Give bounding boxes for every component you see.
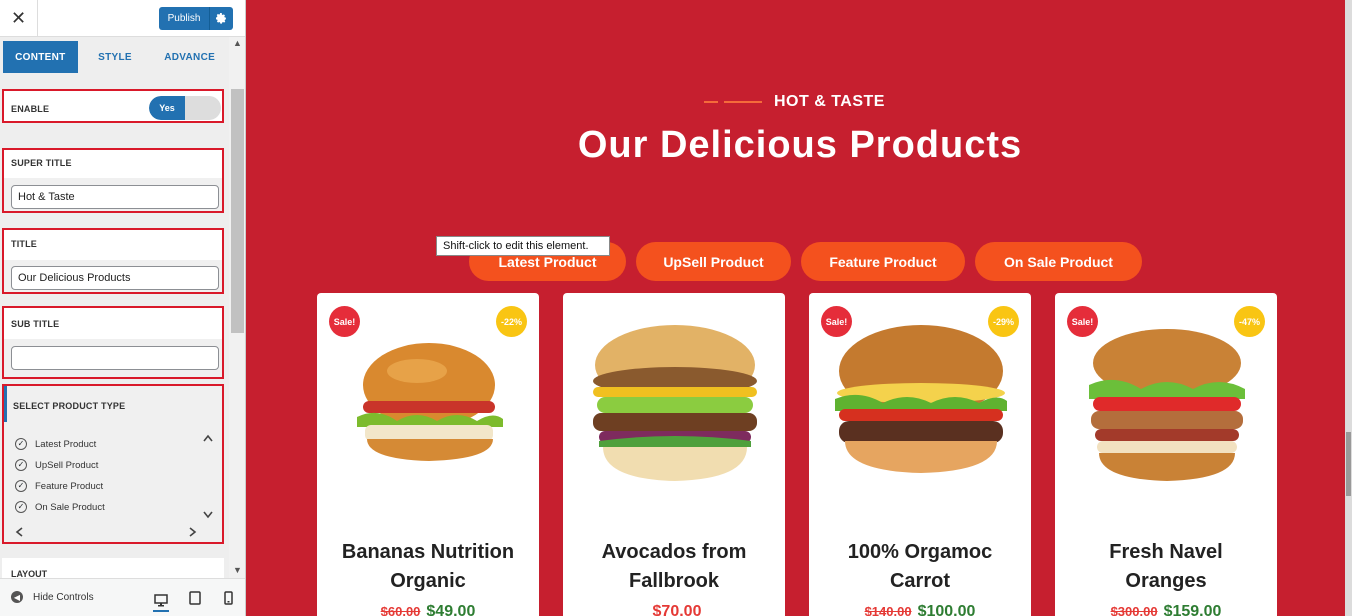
title-input[interactable]: Our Delicious Products xyxy=(11,266,219,290)
sub-title-input[interactable] xyxy=(11,346,219,370)
arrow-right-icon[interactable] xyxy=(189,527,197,537)
divider xyxy=(724,101,762,103)
chevron-down-icon[interactable] xyxy=(203,511,213,519)
product-price: $60.00 $49.00 xyxy=(380,603,476,616)
hide-controls-label: Hide Controls xyxy=(33,591,94,603)
product-type-option-label: On Sale Product xyxy=(35,501,105,513)
super-title-control: SUPER TITLE Hot & Taste xyxy=(2,148,224,213)
filter-upsell-product[interactable]: UpSell Product xyxy=(636,242,791,281)
mobile-icon[interactable] xyxy=(220,590,236,606)
product-card[interactable]: Sale! -29% 100% Orgamoc Carrot $140.00 $10… xyxy=(809,293,1031,616)
burger-image xyxy=(835,325,1007,473)
enable-control: ENABLE Yes xyxy=(2,89,224,123)
super-title: HOT & TASTE xyxy=(704,93,885,111)
arrow-left-icon[interactable] xyxy=(15,527,23,537)
hide-controls-button[interactable]: ◀ Hide Controls xyxy=(11,591,94,603)
toggle-yes-label: Yes xyxy=(149,96,185,120)
product-type-option[interactable]: ✓ On Sale Product xyxy=(15,501,105,513)
panel-scrollbar-thumb[interactable] xyxy=(231,89,244,333)
gear-icon[interactable] xyxy=(209,7,233,30)
panel-scrollbar[interactable]: ▲ ▼ xyxy=(229,37,245,578)
enable-label: ENABLE xyxy=(11,104,50,114)
sub-title-control: SUB TITLE xyxy=(2,306,224,379)
divider xyxy=(704,101,718,103)
product-type-option-label: Feature Product xyxy=(35,480,104,492)
product-type-label: SELECT PRODUCT TYPE xyxy=(13,401,126,411)
product-name[interactable]: Bananas Nutrition Organic xyxy=(317,538,539,596)
scroll-down-icon[interactable]: ▼ xyxy=(233,565,242,575)
super-title-text: HOT & TASTE xyxy=(774,93,885,110)
product-type-option[interactable]: ✓ UpSell Product xyxy=(15,459,98,471)
panel-footer: ◀ Hide Controls xyxy=(0,578,245,616)
product-card[interactable]: Sale! -47% Fresh Navel Oranges $300.00 $15… xyxy=(1055,293,1277,616)
product-name[interactable]: 100% Orgamoc Carrot xyxy=(809,538,1031,596)
sub-title-label: SUB TITLE xyxy=(11,319,60,329)
panel-tabs: CONTENT STYLE ADVANCE xyxy=(3,41,227,73)
filter-feature-product[interactable]: Feature Product xyxy=(801,242,965,281)
hide-controls-icon: ◀ xyxy=(11,591,23,603)
product-type-option-label: Latest Product xyxy=(35,438,97,450)
product-price: $300.00 $159.00 xyxy=(1110,603,1222,616)
tab-advance[interactable]: ADVANCE xyxy=(152,41,227,73)
title-control: TITLE Our Delicious Products xyxy=(2,228,224,294)
title-label: TITLE xyxy=(11,239,37,249)
super-title-input[interactable]: Hot & Taste xyxy=(11,185,219,209)
product-name[interactable]: Fresh Navel Oranges xyxy=(1055,538,1277,596)
burger-image xyxy=(593,325,757,481)
checkmark-icon[interactable]: ✓ xyxy=(15,438,27,450)
product-type-option[interactable]: ✓ Feature Product xyxy=(15,480,103,492)
preview-scrollbar-thumb[interactable] xyxy=(1346,432,1351,496)
scroll-up-icon[interactable]: ▲ xyxy=(233,38,242,48)
customizer-panel: ✕ Publish CONTENT STYLE ADVANCE ENABLE Y… xyxy=(0,0,246,616)
product-price: $70.00 xyxy=(652,603,702,616)
product-type-option-label: UpSell Product xyxy=(35,459,99,471)
product-card[interactable]: Avocados from Fallbrook $70.00 xyxy=(563,293,785,616)
tablet-icon[interactable] xyxy=(187,590,203,606)
burger-image xyxy=(1089,329,1245,481)
enable-toggle[interactable]: Yes xyxy=(149,96,221,120)
close-icon[interactable]: ✕ xyxy=(0,0,38,37)
publish-button[interactable]: Publish xyxy=(159,7,209,30)
checkmark-icon[interactable]: ✓ xyxy=(15,480,27,492)
product-type-option[interactable]: ✓ Latest Product xyxy=(15,438,96,450)
checkmark-icon[interactable]: ✓ xyxy=(15,459,27,471)
tab-style[interactable]: STYLE xyxy=(78,41,153,73)
layout-control[interactable]: LAYOUT xyxy=(2,558,224,578)
layout-label: LAYOUT xyxy=(11,569,48,578)
tab-content[interactable]: CONTENT xyxy=(3,41,78,73)
edit-tooltip: Shift-click to edit this element. xyxy=(436,236,610,256)
preview-scrollbar[interactable] xyxy=(1345,0,1352,616)
product-card[interactable]: Sale! -22% Bananas Nutrition Organic $60.… xyxy=(317,293,539,616)
product-price: $140.00 $100.00 xyxy=(864,603,976,616)
site-preview: HOT & TASTE Our Delicious Products Lates… xyxy=(246,0,1352,616)
filter-on-sale-product[interactable]: On Sale Product xyxy=(975,242,1142,281)
section-title: Our Delicious Products xyxy=(577,124,1023,166)
chevron-up-icon[interactable] xyxy=(203,434,213,442)
product-name[interactable]: Avocados from Fallbrook xyxy=(563,538,785,596)
panel-header: ✕ Publish xyxy=(0,0,245,37)
checkmark-icon[interactable]: ✓ xyxy=(15,501,27,513)
panel-scroll-area: CONTENT STYLE ADVANCE ENABLE Yes SUPER T… xyxy=(0,37,245,578)
burger-image xyxy=(357,343,503,461)
desktop-icon[interactable] xyxy=(153,590,169,612)
product-type-control: SELECT PRODUCT TYPE ✓ Latest Product ✓ U… xyxy=(2,384,224,544)
super-title-label: SUPER TITLE xyxy=(11,158,72,168)
